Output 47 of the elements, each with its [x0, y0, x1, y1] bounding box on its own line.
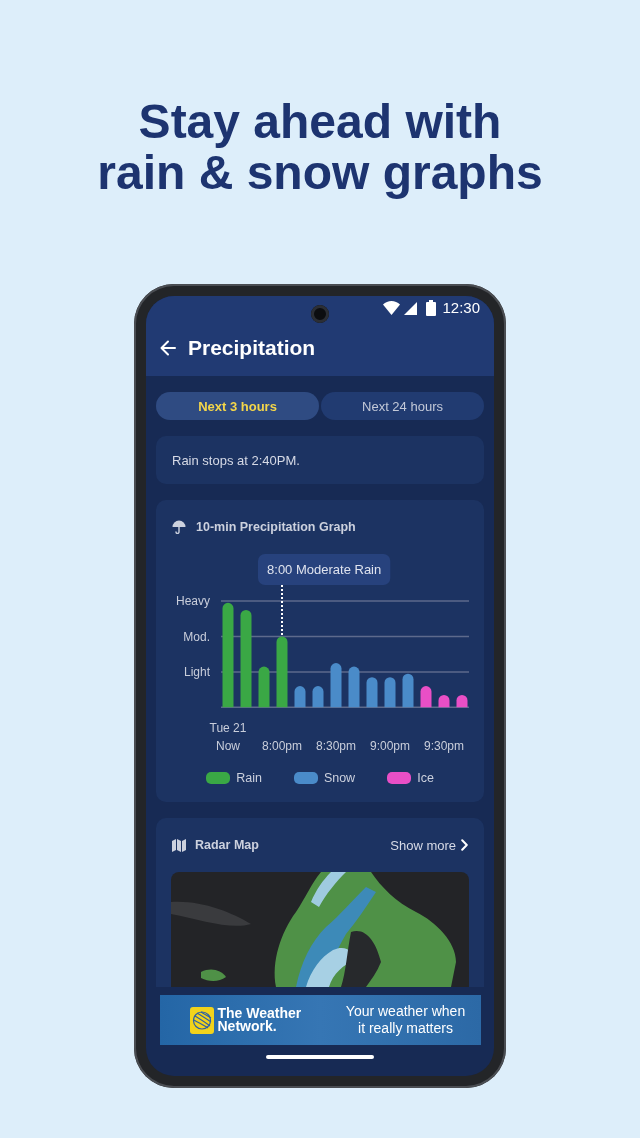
x-axis-label: 8:30pm [316, 739, 356, 753]
umbrella-icon [172, 520, 186, 534]
status-time: 12:30 [442, 299, 480, 317]
precipitation-bar [384, 677, 396, 708]
x-axis-label: Now [216, 739, 240, 753]
tab[interactable]: Next 3 hours [156, 392, 319, 420]
precipitation-bar [366, 677, 378, 708]
precipitation-bar [258, 666, 270, 708]
x-axis-label: 9:00pm [370, 739, 410, 753]
y-axis-label: Heavy [176, 594, 210, 609]
precipitation-bar [330, 663, 342, 708]
front-camera-icon [311, 305, 329, 323]
y-axis-label: Mod. [183, 629, 210, 644]
legend-label: Ice [417, 771, 434, 785]
precipitation-bar [438, 694, 450, 708]
chart-title: 10-min Precipitation Graph [196, 520, 356, 534]
summary-text: Rain stops at 2:40PM. [172, 452, 300, 468]
headline: Stay ahead with rain & snow graphs [97, 96, 543, 198]
legend-label: Snow [323, 771, 356, 785]
precipitation-bar [276, 636, 288, 708]
precipitation-bar [348, 666, 360, 708]
chevron-right-icon [461, 839, 468, 851]
y-axis-label: Light [183, 664, 210, 679]
map-icon [172, 838, 186, 852]
app-title: Precipitation [188, 335, 316, 361]
brand-name: The Weather Network. [217, 1007, 302, 1033]
ad-banner[interactable]: The Weather Network. Your weather when it really matters [159, 995, 481, 1045]
battery-icon [426, 300, 437, 316]
ad-tagline: Your weather when it really matters [344, 1003, 467, 1037]
tooltip: 8:00 Moderate Rain [258, 554, 391, 585]
leader-line [281, 584, 283, 637]
precipitation-bar [456, 694, 468, 708]
wifi-icon [383, 301, 401, 315]
precipitation-bar [402, 673, 414, 708]
radar-title: Radar Map [195, 838, 259, 852]
precipitation-bar [420, 686, 432, 708]
tab[interactable]: Next 24 hours [321, 392, 484, 420]
precipitation-bar [312, 686, 324, 708]
globe-logo-icon [189, 1006, 214, 1034]
back-arrow-icon[interactable] [160, 340, 176, 356]
show-more-link[interactable]: Show more [390, 837, 468, 853]
date-label: Tue 21 [209, 721, 247, 735]
x-axis-label: 8:00pm [262, 739, 302, 753]
signal-icon [404, 301, 418, 315]
x-axis-label: 9:30pm [424, 739, 464, 753]
precipitation-bar [294, 686, 306, 708]
legend-label: Rain [236, 771, 262, 785]
